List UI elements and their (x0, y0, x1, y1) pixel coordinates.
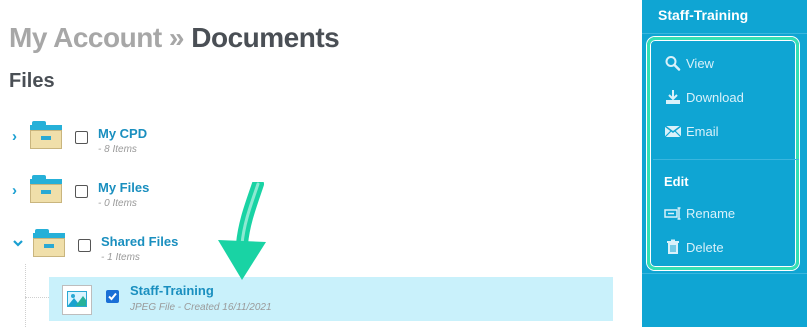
tree-guide-line (25, 297, 49, 298)
envelope-icon (664, 123, 682, 139)
actions-highlight-box: View Download Email Edit Rename Delete (647, 37, 799, 270)
folder-item-count: - 8 Items (98, 144, 137, 155)
breadcrumb-separator: » (168, 22, 185, 53)
folder-name-link[interactable]: Shared Files (101, 234, 178, 249)
view-label: View (686, 55, 714, 71)
rename-icon (664, 205, 682, 221)
select-checkbox[interactable] (75, 185, 88, 198)
file-actions-panel: Staff-Training View Download Email Edit (642, 0, 807, 327)
folder-icon (30, 121, 62, 149)
folder-icon (30, 175, 62, 203)
section-title: Files (9, 70, 55, 92)
divider (653, 159, 799, 160)
select-checkbox[interactable] (78, 239, 91, 252)
chevron-right-icon[interactable]: › (12, 129, 24, 144)
main-content: My Account » Documents Files › My CPD - … (0, 0, 642, 327)
tree-guide-line (25, 264, 26, 327)
breadcrumb-parent-link[interactable]: My Account (9, 22, 162, 53)
image-file-icon (62, 285, 92, 315)
download-label: Download (686, 89, 744, 105)
trash-icon (664, 239, 682, 255)
download-action[interactable]: Download (664, 88, 744, 106)
file-meta: JPEG File - Created 16/11/2021 (130, 302, 272, 313)
panel-title: Staff-Training (658, 7, 749, 23)
tree-row-shared-files: Shared Files - 1 Items (0, 227, 620, 271)
file-row-selected[interactable]: Staff-Training JPEG File - Created 16/11… (49, 277, 613, 321)
delete-action[interactable]: Delete (664, 238, 724, 256)
chevron-down-icon[interactable] (12, 237, 24, 249)
edit-heading: Edit (664, 174, 689, 189)
tree-row-my-files: › My Files - 0 Items (0, 173, 620, 217)
rename-label: Rename (686, 205, 736, 221)
selected-checkbox[interactable] (106, 290, 119, 303)
select-checkbox[interactable] (75, 131, 88, 144)
folder-name-link[interactable]: My Files (98, 180, 149, 195)
file-name-link[interactable]: Staff-Training (130, 283, 214, 298)
divider (642, 273, 807, 274)
delete-label: Delete (686, 239, 724, 255)
view-action[interactable]: View (664, 54, 714, 72)
divider (642, 33, 807, 34)
chevron-right-icon[interactable]: › (12, 183, 24, 198)
folder-icon (33, 229, 65, 257)
folder-item-count: - 0 Items (98, 198, 137, 209)
breadcrumb-current: Documents (191, 22, 340, 53)
email-label: Email (686, 123, 719, 139)
folder-name-link[interactable]: My CPD (98, 126, 147, 141)
folder-item-count: - 1 Items (101, 252, 140, 263)
rename-action[interactable]: Rename (664, 204, 735, 222)
email-action[interactable]: Email (664, 122, 719, 140)
annotation-arrow-icon (218, 182, 266, 280)
magnifier-icon (664, 55, 682, 71)
tree-row-my-cpd: › My CPD - 8 Items (0, 119, 620, 163)
breadcrumb: My Account » Documents (9, 22, 340, 54)
download-icon (664, 89, 682, 105)
